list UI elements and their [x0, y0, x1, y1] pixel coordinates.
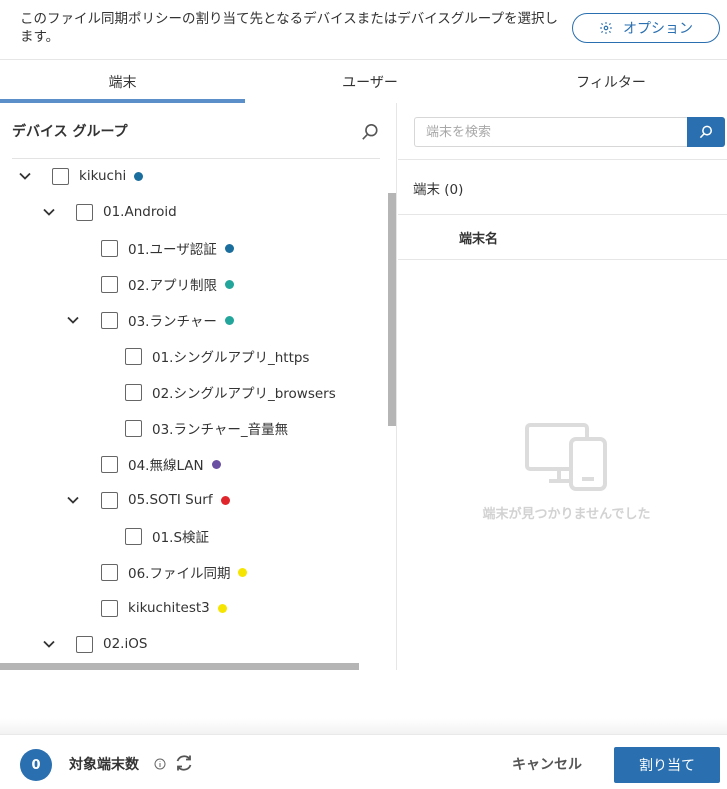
tree-item-label: 06.ファイル同期: [128, 566, 231, 582]
tree-item-label: 03.ランチャー_音量無: [152, 422, 289, 438]
tree-item[interactable]: 03.ランチャー_音量無: [125, 416, 288, 440]
checkbox[interactable]: [76, 203, 93, 221]
device-group-panel: デバイス グループ kikuchi 01.Android 01.ユーザ認証 02.アプ…: [0, 103, 397, 670]
tree-item[interactable]: 04.無線LAN: [101, 452, 221, 476]
tab-users[interactable]: ユーザー: [245, 60, 495, 104]
tree-item-label: 01.ユーザ認証: [128, 242, 217, 258]
tree-item[interactable]: 03.ランチャー: [101, 308, 234, 332]
empty-state-message: 端末が見つかりませんでした: [482, 507, 651, 522]
color-tag-dot: [211, 459, 221, 469]
color-tag-dot: [224, 315, 234, 325]
device-group-heading: デバイス グループ: [12, 124, 128, 140]
gear-icon: [600, 22, 612, 34]
tree-item-label: 01.Android: [103, 204, 177, 220]
device-panel: 端末 (0) 端末名 端末が見つかりませんでした: [398, 103, 727, 670]
checkbox[interactable]: [101, 563, 118, 581]
tree-item[interactable]: 02.シングルアプリ_browsers: [125, 380, 336, 404]
tree-item[interactable]: 01.S検証: [125, 524, 209, 548]
target-count-label: 対象端末数: [69, 757, 139, 773]
color-tag-dot: [220, 495, 230, 505]
tree-item-label: kikuchitest3: [128, 600, 210, 616]
chevron-down-icon[interactable]: [66, 313, 80, 327]
vertical-scrollbar[interactable]: [388, 193, 396, 426]
color-tag-dot: [217, 603, 227, 613]
divider: [398, 214, 727, 215]
tree-item-label: 04.無線LAN: [128, 458, 204, 474]
chevron-down-icon[interactable]: [42, 637, 56, 651]
tree-item[interactable]: kikuchitest3: [101, 596, 227, 620]
checkbox[interactable]: [52, 167, 69, 185]
footer-shadow: [0, 718, 727, 734]
device-name-column-header[interactable]: 端末名: [459, 228, 498, 247]
info-icon[interactable]: [154, 758, 166, 770]
tree-item[interactable]: 02.アプリ制限: [101, 272, 234, 296]
tree-item-label: 05.SOTI Surf: [128, 492, 213, 508]
checkbox[interactable]: [125, 527, 142, 545]
checkbox[interactable]: [101, 239, 118, 257]
checkbox[interactable]: [101, 311, 118, 329]
tree-item-label: 01.S検証: [152, 530, 210, 546]
divider: [398, 259, 727, 260]
tab-bar: 端末 ユーザー フィルター: [0, 59, 727, 103]
tree-item-label: 03.ランチャー: [128, 314, 217, 330]
device-count-label: 端末 (0): [413, 182, 464, 198]
color-tag-dot: [224, 243, 234, 253]
device-search-input[interactable]: [414, 117, 688, 147]
footer-bar: 0 対象端末数 キャンセル 割り当て: [0, 734, 727, 789]
checkbox[interactable]: [101, 599, 118, 617]
tree-item[interactable]: 01.シングルアプリ_https: [125, 344, 309, 368]
tree-item[interactable]: 06.ファイル同期: [101, 560, 248, 584]
checkbox[interactable]: [125, 347, 142, 365]
checkbox[interactable]: [101, 491, 118, 509]
description-text: このファイル同期ポリシーの割り当て先となるデバイスまたはデバイスグループを選択し…: [20, 11, 558, 45]
tab-devices[interactable]: 端末: [0, 60, 245, 104]
checkbox[interactable]: [101, 275, 118, 293]
target-count-badge: 0: [20, 749, 52, 781]
checkbox[interactable]: [101, 455, 118, 473]
checkbox[interactable]: [125, 383, 142, 401]
divider: [398, 159, 727, 160]
tree-item-label: 02.iOS: [103, 636, 148, 652]
tree-item[interactable]: 05.SOTI Surf: [101, 488, 230, 512]
tree-item[interactable]: 01.ユーザ認証: [101, 236, 234, 260]
assign-button[interactable]: 割り当て: [614, 747, 720, 783]
search-icon[interactable]: [361, 123, 379, 141]
tree-item-label: 02.シングルアプリ_browsers: [152, 386, 336, 402]
chevron-down-icon[interactable]: [18, 169, 32, 183]
tree-item[interactable]: 02.iOS: [76, 632, 147, 656]
options-button[interactable]: オプション: [572, 13, 720, 43]
checkbox[interactable]: [76, 635, 93, 653]
device-search-button[interactable]: [687, 117, 725, 147]
horizontal-scrollbar[interactable]: [0, 663, 359, 670]
color-tag-dot: [134, 171, 144, 181]
color-tag-dot: [238, 567, 248, 577]
tree-item-label: 02.アプリ制限: [128, 278, 217, 294]
chevron-down-icon[interactable]: [66, 493, 80, 507]
tab-filter[interactable]: フィルター: [495, 60, 727, 104]
tree-item[interactable]: kikuchi: [52, 164, 144, 188]
tree-item-label: kikuchi: [79, 168, 127, 184]
chevron-down-icon[interactable]: [42, 205, 56, 219]
color-tag-dot: [224, 279, 234, 289]
tree-item[interactable]: 01.Android: [76, 200, 177, 224]
divider: [12, 158, 380, 159]
refresh-icon[interactable]: [174, 753, 194, 773]
search-icon: [699, 125, 713, 139]
devices-icon: [525, 423, 607, 491]
cancel-button[interactable]: キャンセル: [512, 754, 582, 774]
checkbox[interactable]: [125, 419, 142, 437]
options-label: オプション: [623, 21, 693, 37]
tree-item-label: 01.シングルアプリ_https: [152, 350, 310, 366]
